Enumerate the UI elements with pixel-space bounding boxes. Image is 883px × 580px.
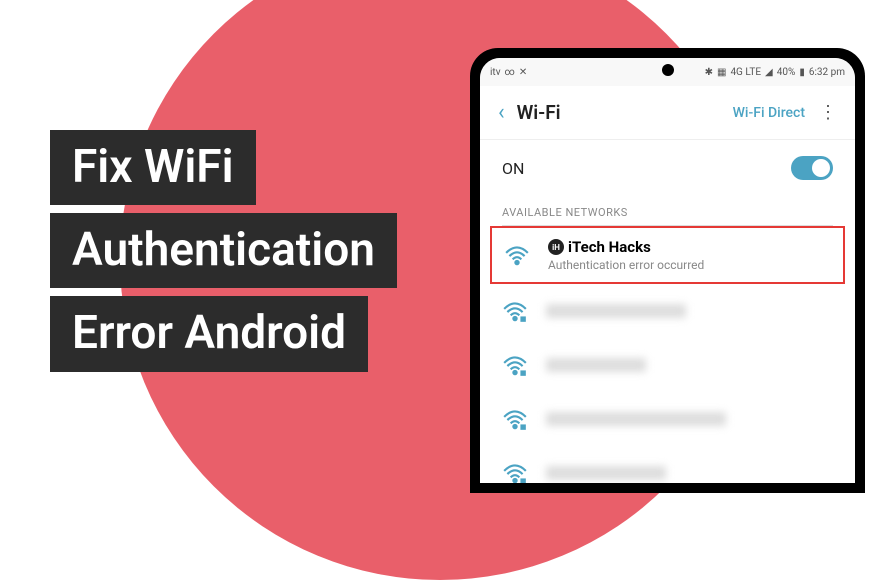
toggle-label: ON <box>502 159 524 178</box>
blurred-network-name <box>546 358 646 372</box>
bluetooth-icon: ✱ <box>705 67 713 78</box>
network-row-blurred[interactable] <box>480 392 855 446</box>
vibrate-icon: ▦ <box>717 67 726 78</box>
wifi-toggle[interactable] <box>791 156 833 180</box>
wifi-signal-lock-icon <box>502 352 528 378</box>
network-row-blurred[interactable] <box>480 338 855 392</box>
wifi-signal-icon <box>504 242 530 268</box>
network-row-blurred[interactable] <box>480 446 855 483</box>
phone-mockup: itv ∞ ✕ ✱ ▦ 4G LTE ◢ 40% ▮ 6:32 pm ‹ Wi-… <box>470 48 865 493</box>
blurred-network-name <box>546 304 686 318</box>
wifi-direct-button[interactable]: Wi-Fi Direct <box>733 105 805 121</box>
title-line-2: Authentication <box>50 213 397 288</box>
battery-percent: 40% <box>777 67 796 78</box>
phone-screen: itv ∞ ✕ ✱ ▦ 4G LTE ◢ 40% ▮ 6:32 pm ‹ Wi-… <box>480 58 855 483</box>
wifi-toggle-row: ON <box>480 140 855 196</box>
title-block: Fix WiFi Authentication Error Android <box>50 130 397 380</box>
wifi-signal-lock-icon <box>502 298 528 324</box>
status-icon-1: ∞ <box>505 67 515 78</box>
battery-icon: ▮ <box>799 67 805 78</box>
clock: 6:32 pm <box>809 67 845 78</box>
wifi-header: ‹ Wi-Fi Wi-Fi Direct ⋮ <box>480 86 855 140</box>
wifi-signal-lock-icon <box>502 406 528 432</box>
network-name: iH iTech Hacks <box>548 238 831 256</box>
network-type: 4G LTE <box>730 67 761 78</box>
network-row-blurred[interactable] <box>480 284 855 338</box>
menu-icon[interactable]: ⋮ <box>819 102 837 123</box>
status-bar: itv ∞ ✕ ✱ ▦ 4G LTE ◢ 40% ▮ 6:32 pm <box>480 58 855 86</box>
signal-icon: ◢ <box>765 67 773 78</box>
network-status: Authentication error occurred <box>548 258 831 272</box>
highlighted-network: iH iTech Hacks Authentication error occu… <box>490 226 845 284</box>
blurred-network-name <box>546 412 726 426</box>
title-line-1: Fix WiFi <box>50 130 256 205</box>
network-row[interactable]: iH iTech Hacks Authentication error occu… <box>492 228 843 282</box>
section-header: AVAILABLE NETWORKS <box>480 196 855 225</box>
status-icon-2: ✕ <box>519 67 527 78</box>
itech-logo-icon: iH <box>548 239 564 255</box>
wifi-signal-lock-icon <box>502 460 528 483</box>
blurred-network-name <box>546 466 666 480</box>
page-title: Wi-Fi <box>517 101 733 124</box>
title-line-3: Error Android <box>50 296 368 371</box>
camera-hole <box>662 64 674 76</box>
back-icon[interactable]: ‹ <box>498 100 505 125</box>
carrier-label: itv <box>490 67 501 78</box>
